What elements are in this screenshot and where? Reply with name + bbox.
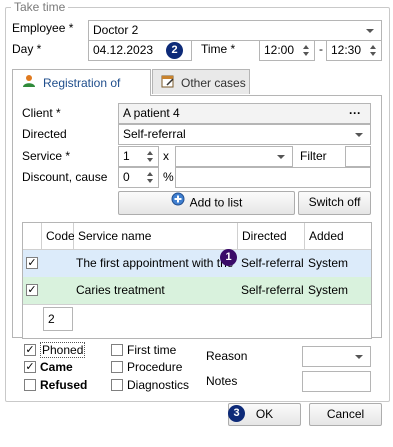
client-lookup-button[interactable]: ···: [349, 104, 361, 123]
discount-cause-field[interactable]: [175, 167, 371, 188]
service-qty-value: 1: [123, 149, 130, 163]
phoned-label: Phoned: [40, 342, 86, 358]
discount-value: 0: [123, 170, 130, 184]
chevron-down-icon[interactable]: [366, 29, 374, 33]
employee-select[interactable]: Doctor 2: [88, 20, 382, 41]
calendar-edit-icon: [161, 74, 175, 93]
filter-label: Filter: [300, 149, 327, 163]
callout-1-badge: 1: [220, 249, 237, 266]
row-added: System: [308, 283, 349, 297]
callout-3-badge: 3: [228, 405, 245, 422]
switch-off-button[interactable]: Switch off: [298, 191, 371, 215]
time-separator: -: [319, 42, 323, 56]
phoned-checkbox[interactable]: ✓: [24, 344, 36, 356]
time-from-value: 12:00: [264, 43, 295, 57]
cancel-button[interactable]: Cancel: [309, 403, 382, 426]
tab-other-cases[interactable]: Other cases: [152, 69, 250, 94]
table-row[interactable]: ✓ The first appointment with the Self-re…: [23, 250, 371, 277]
client-label: Client *: [22, 106, 61, 120]
diagnostics-checkbox[interactable]: [111, 379, 123, 391]
services-table: Code Service name Directed Added ✓ The f…: [22, 222, 372, 339]
time-label: Time *: [201, 42, 236, 56]
row-directed: Self-referral: [241, 283, 304, 297]
diagnostics-label: Diagnostics: [127, 378, 190, 392]
active-tab-joiner: [13, 94, 150, 96]
service-qty-field[interactable]: 1: [118, 146, 159, 167]
reason-label: Reason: [206, 349, 248, 363]
time-to-spinner[interactable]: [367, 42, 379, 56]
table-footer-count: 2: [43, 307, 73, 331]
discount-label: Discount, cause: [22, 170, 108, 184]
table-header-added[interactable]: Added: [305, 223, 371, 250]
table-header-service-name[interactable]: Service name: [74, 223, 238, 250]
cancel-label: Cancel: [326, 407, 365, 421]
chevron-down-icon[interactable]: [355, 133, 363, 137]
service-select[interactable]: [175, 146, 293, 167]
add-to-list-label: Add to list: [189, 195, 243, 210]
row-directed: Self-referral: [241, 256, 304, 270]
reason-select[interactable]: [302, 346, 371, 367]
day-label: Day *: [12, 42, 42, 56]
time-to-value: 12:30: [331, 43, 362, 57]
first-time-label: First time: [127, 343, 177, 357]
first-time-checkbox[interactable]: [111, 344, 123, 356]
directed-value: Self-referral: [123, 127, 186, 141]
procedure-label: Procedure: [127, 360, 183, 374]
came-checkbox[interactable]: ✓: [24, 361, 36, 373]
filter-field[interactable]: [345, 146, 371, 167]
user-icon: [22, 74, 36, 93]
table-footer-divider: [23, 304, 371, 305]
employee-value: Doctor 2: [93, 23, 139, 37]
notes-field[interactable]: [302, 371, 371, 392]
table-header-directed[interactable]: Directed: [238, 223, 305, 250]
row-service-name: The first appointment with the: [76, 256, 234, 270]
time-from-field[interactable]: 12:00: [259, 40, 315, 61]
employee-label: Employee *: [12, 21, 74, 35]
table-header-code[interactable]: Code: [42, 223, 75, 250]
client-field[interactable]: A patient 4 ···: [118, 103, 371, 124]
directed-select[interactable]: Self-referral: [118, 124, 371, 145]
time-to-field[interactable]: 12:30: [326, 40, 382, 61]
table-row[interactable]: ✓ Caries treatment Self-referral System: [23, 277, 371, 304]
add-to-list-button[interactable]: Add to list: [118, 191, 295, 215]
group-title: Take time: [11, 0, 69, 14]
ok-label: OK: [255, 407, 274, 421]
tab-registration-of-client[interactable]: Registration of client: [12, 69, 151, 108]
row-added: System: [308, 256, 349, 270]
discount-spinner[interactable]: [144, 169, 156, 183]
directed-label: Directed: [22, 127, 67, 141]
procedure-checkbox[interactable]: [111, 361, 123, 373]
client-value: A patient 4: [123, 106, 180, 120]
service-qty-spinner[interactable]: [144, 148, 156, 162]
percent-sign: %: [163, 170, 174, 184]
day-value: 04.12.2023: [93, 43, 154, 57]
chevron-down-icon[interactable]: [355, 355, 363, 359]
switch-off-label: Switch off: [308, 195, 361, 209]
refused-label: Refused: [40, 378, 88, 392]
chevron-down-icon[interactable]: [277, 155, 285, 159]
service-times-sign: x: [163, 149, 169, 163]
tab-other-cases-label: Other cases: [181, 76, 246, 90]
came-label: Came: [40, 360, 73, 374]
discount-field[interactable]: 0: [118, 167, 159, 188]
notes-label: Notes: [206, 374, 238, 388]
refused-checkbox[interactable]: [24, 379, 36, 391]
service-label: Service *: [22, 149, 71, 163]
row-service-name: Caries treatment: [76, 283, 165, 297]
row-checkbox[interactable]: ✓: [26, 284, 38, 296]
table-header-check: [23, 223, 42, 250]
time-from-spinner[interactable]: [300, 42, 312, 56]
callout-2-badge: 2: [166, 42, 183, 59]
row-checkbox[interactable]: ✓: [26, 257, 38, 269]
plus-circle-icon: [171, 192, 185, 213]
